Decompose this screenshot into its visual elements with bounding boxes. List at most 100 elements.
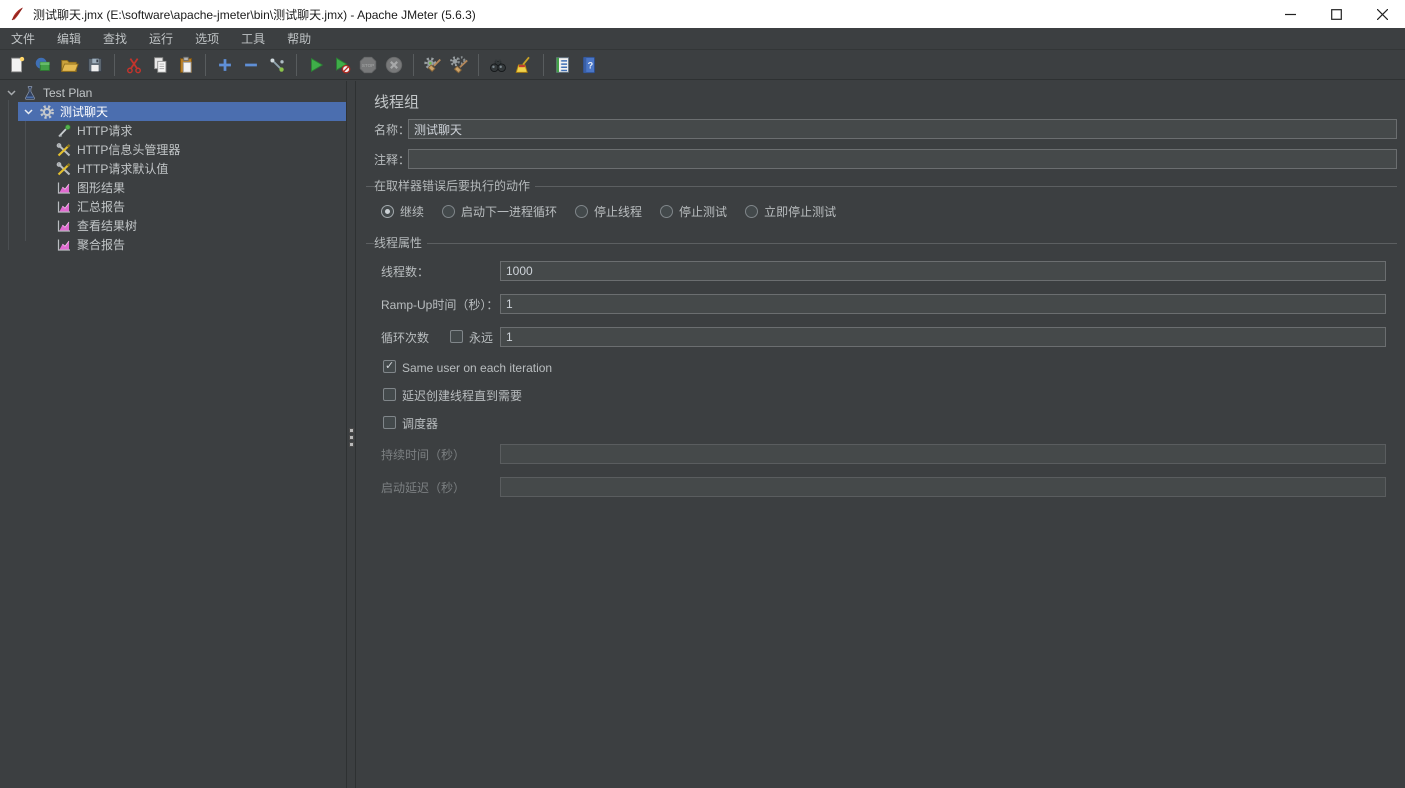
name-input[interactable] bbox=[408, 119, 1397, 139]
function-helper-button[interactable] bbox=[550, 52, 576, 78]
search-reset-broom-icon bbox=[514, 55, 534, 75]
radio-start-next-loop[interactable]: 启动下一进程循环 bbox=[442, 203, 557, 220]
threads-input[interactable] bbox=[500, 261, 1386, 281]
delay-thread-creation-checkbox[interactable] bbox=[383, 388, 396, 401]
start-no-timers-button[interactable] bbox=[329, 52, 355, 78]
radio-label: 停止测试 bbox=[679, 203, 727, 220]
thread-properties-group: 线程属性 bbox=[366, 236, 1397, 250]
templates-button[interactable] bbox=[30, 52, 56, 78]
radio-label: 启动下一进程循环 bbox=[461, 203, 557, 220]
help-book-icon: ? bbox=[579, 55, 599, 75]
cut-button[interactable] bbox=[121, 52, 147, 78]
maximize-button[interactable] bbox=[1313, 0, 1359, 28]
help-button[interactable]: ? bbox=[576, 52, 602, 78]
startup-delay-input bbox=[500, 477, 1386, 497]
chevron-down-icon[interactable] bbox=[4, 86, 18, 100]
config-element-icon bbox=[56, 161, 72, 177]
listener-chart-icon bbox=[56, 199, 72, 215]
close-icon bbox=[1377, 9, 1388, 20]
config-element-icon bbox=[56, 142, 72, 158]
tree-node-thread-group[interactable]: 测试聊天 bbox=[0, 102, 347, 121]
svg-text:?: ? bbox=[588, 60, 594, 70]
chevron-down-icon[interactable] bbox=[21, 105, 35, 119]
toolbar-separator bbox=[114, 54, 115, 76]
panel-splitter[interactable] bbox=[346, 81, 356, 788]
stop-icon-label: STOP bbox=[362, 63, 374, 68]
templates-icon bbox=[33, 55, 53, 75]
toggle-icon bbox=[267, 55, 287, 75]
minimize-button[interactable] bbox=[1267, 0, 1313, 28]
same-user-checkbox[interactable] bbox=[383, 360, 396, 373]
tree-node-test-plan[interactable]: Test Plan bbox=[0, 83, 347, 102]
tree-node-aggregate-report[interactable]: 聚合报告 bbox=[0, 235, 347, 254]
radio-icon bbox=[442, 205, 455, 218]
new-file-icon bbox=[7, 55, 27, 75]
thread-group-gear-icon bbox=[39, 104, 55, 120]
expand-plus-icon bbox=[215, 55, 235, 75]
tree-node-label: 查看结果树 bbox=[77, 217, 137, 234]
tree-node-label: HTTP请求 bbox=[77, 122, 132, 139]
tree-node-view-results-tree[interactable]: 查看结果树 bbox=[0, 216, 347, 235]
tree-node-http-request-defaults[interactable]: HTTP请求默认值 bbox=[0, 159, 347, 178]
copy-button[interactable] bbox=[147, 52, 173, 78]
search-button[interactable] bbox=[485, 52, 511, 78]
radio-continue[interactable]: 继续 bbox=[381, 203, 424, 220]
error-action-radio-group: 继续 启动下一进程循环 停止线程 停止测试 立即停止测试 bbox=[381, 203, 836, 220]
menu-edit[interactable]: 编辑 bbox=[46, 28, 92, 50]
loops-input[interactable] bbox=[500, 327, 1386, 347]
open-file-button[interactable] bbox=[56, 52, 82, 78]
tree-node-label: HTTP信息头管理器 bbox=[77, 141, 180, 158]
page-title: 线程组 bbox=[374, 91, 419, 112]
shutdown-icon bbox=[384, 55, 404, 75]
menu-file[interactable]: 文件 bbox=[0, 28, 46, 50]
group-border-line bbox=[366, 243, 1397, 244]
tree-node-http-request[interactable]: HTTP请求 bbox=[0, 121, 347, 140]
close-button[interactable] bbox=[1359, 0, 1405, 28]
comment-label: 注释： bbox=[374, 153, 410, 168]
jmeter-logo-icon bbox=[9, 6, 25, 22]
toggle-button[interactable] bbox=[264, 52, 290, 78]
tree-node-summary-report[interactable]: 汇总报告 bbox=[0, 197, 347, 216]
shutdown-button bbox=[381, 52, 407, 78]
clear-all-button[interactable] bbox=[446, 52, 472, 78]
radio-stop-thread[interactable]: 停止线程 bbox=[575, 203, 642, 220]
start-button[interactable] bbox=[303, 52, 329, 78]
new-file-button[interactable] bbox=[4, 52, 30, 78]
rampup-input[interactable] bbox=[500, 294, 1386, 314]
save-icon bbox=[85, 55, 105, 75]
save-button[interactable] bbox=[82, 52, 108, 78]
start-no-timers-icon bbox=[332, 55, 352, 75]
tree-node-graph-results[interactable]: 图形结果 bbox=[0, 178, 347, 197]
search-binoculars-icon bbox=[488, 55, 508, 75]
scheduler-checkbox[interactable] bbox=[383, 416, 396, 429]
radio-icon bbox=[660, 205, 673, 218]
radio-stop-test-now[interactable]: 立即停止测试 bbox=[745, 203, 836, 220]
test-plan-tree: Test Plan 测试聊天 HTTP请求 HTTP信息头管理器 bbox=[0, 81, 347, 788]
collapse-all-button[interactable] bbox=[238, 52, 264, 78]
forever-checkbox[interactable] bbox=[450, 330, 463, 343]
tree-node-http-header-manager[interactable]: HTTP信息头管理器 bbox=[0, 140, 347, 159]
radio-label: 停止线程 bbox=[594, 203, 642, 220]
http-sampler-icon bbox=[56, 123, 72, 139]
expand-all-button[interactable] bbox=[212, 52, 238, 78]
cut-scissors-icon bbox=[124, 55, 144, 75]
toolbar: STOP bbox=[0, 50, 1405, 80]
clear-button[interactable] bbox=[420, 52, 446, 78]
menu-options[interactable]: 选项 bbox=[184, 28, 230, 50]
comment-input[interactable] bbox=[408, 149, 1397, 169]
splitter-grip-icon[interactable] bbox=[349, 428, 354, 447]
menubar: 文件 编辑 查找 运行 选项 工具 帮助 bbox=[0, 28, 1405, 50]
listener-chart-icon bbox=[56, 237, 72, 253]
window-titlebar: 测试聊天.jmx (E:\software\apache-jmeter\bin\… bbox=[0, 0, 1405, 28]
radio-label: 立即停止测试 bbox=[764, 203, 836, 220]
paste-button[interactable] bbox=[173, 52, 199, 78]
radio-stop-test[interactable]: 停止测试 bbox=[660, 203, 727, 220]
menu-tools[interactable]: 工具 bbox=[230, 28, 276, 50]
menu-help[interactable]: 帮助 bbox=[276, 28, 322, 50]
search-reset-button[interactable] bbox=[511, 52, 537, 78]
menu-run[interactable]: 运行 bbox=[138, 28, 184, 50]
menu-search[interactable]: 查找 bbox=[92, 28, 138, 50]
toolbar-separator bbox=[413, 54, 414, 76]
open-folder-icon bbox=[59, 55, 79, 75]
paste-clipboard-icon bbox=[176, 55, 196, 75]
